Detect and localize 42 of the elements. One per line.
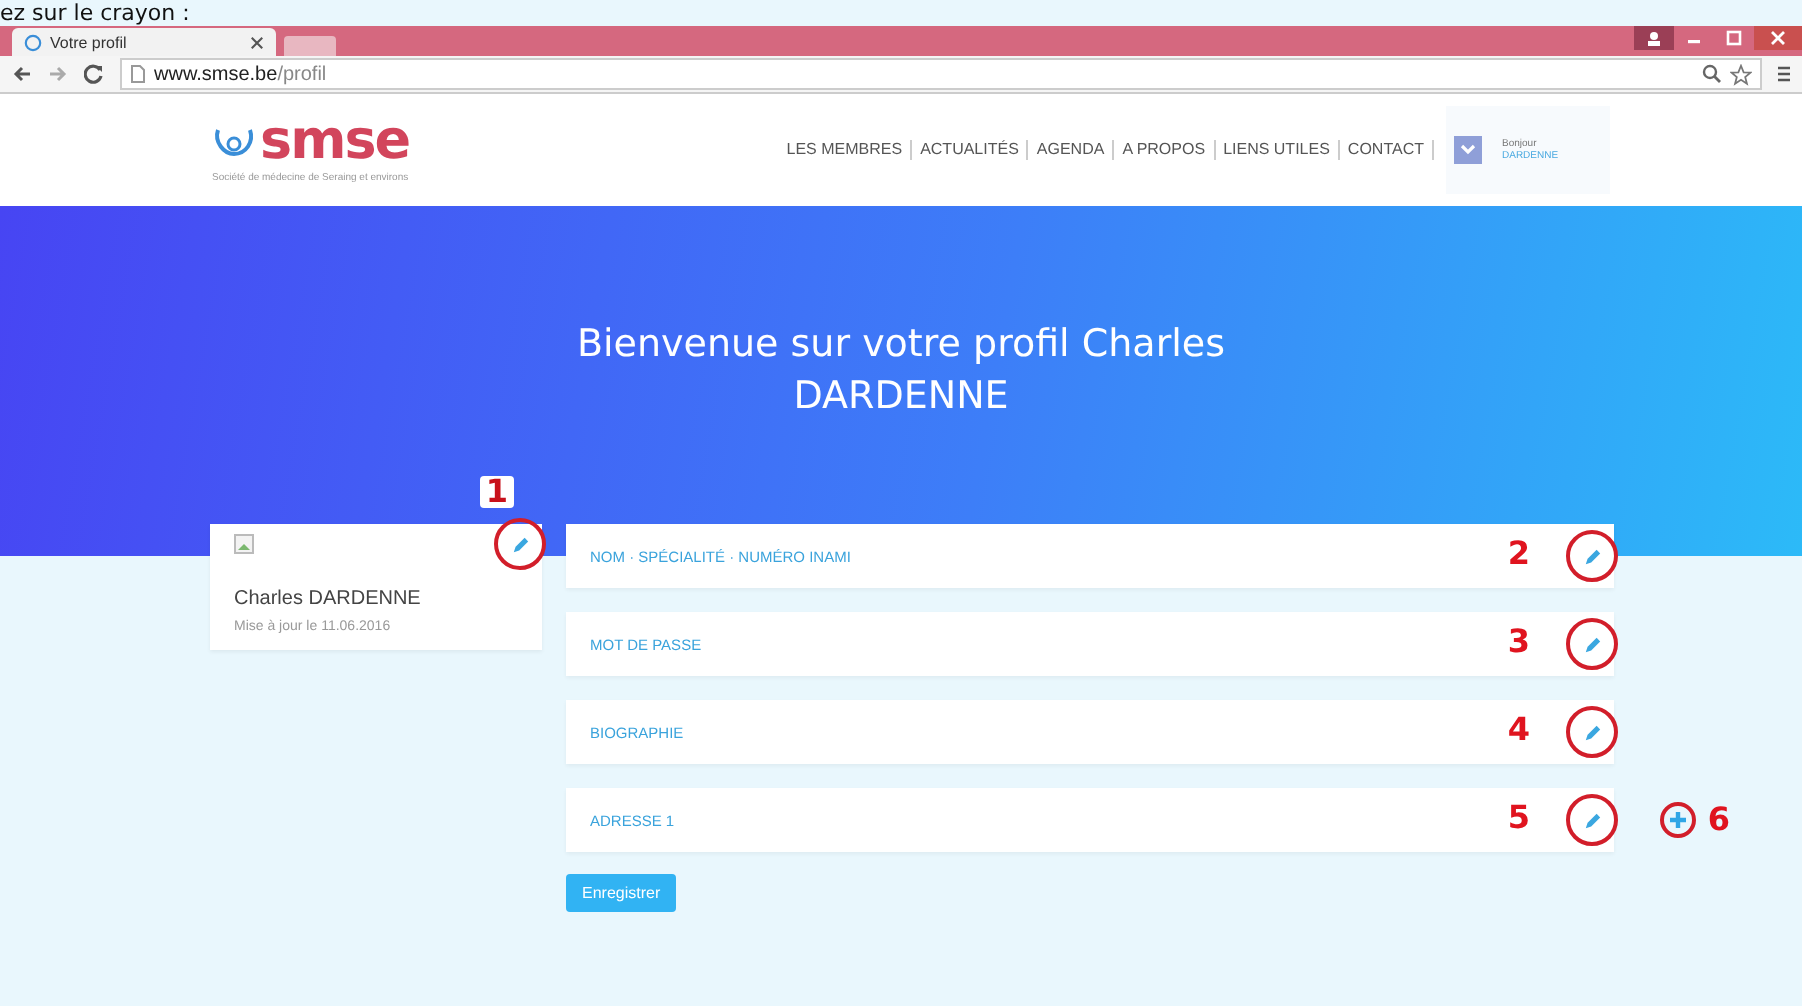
- nav-link[interactable]: A PROPOS: [1114, 140, 1216, 160]
- hero-title: Bienvenue sur votre profil Charles DARDENNE: [574, 320, 1228, 422]
- browser-tab[interactable]: Votre profil: [12, 28, 276, 56]
- reload-icon[interactable]: [84, 64, 104, 84]
- nav-link[interactable]: AGENDA: [1028, 140, 1115, 160]
- edit-button[interactable]: [494, 518, 546, 570]
- menu-icon[interactable]: [1778, 64, 1790, 84]
- pencil-icon: [1583, 723, 1601, 741]
- edit-button[interactable]: [1566, 794, 1618, 846]
- pencil-icon: [1583, 811, 1601, 829]
- address-bar[interactable]: www.smse.be/profil: [120, 58, 1762, 90]
- close-icon[interactable]: [1754, 26, 1802, 50]
- edit-button[interactable]: [1566, 618, 1618, 670]
- nav-link[interactable]: LES MEMBRES: [778, 140, 913, 160]
- nav-link[interactable]: LIENS UTILES: [1215, 140, 1340, 160]
- dropdown-button[interactable]: [1454, 136, 1482, 164]
- broken-image-icon: [234, 534, 254, 554]
- site-logo[interactable]: smse: [260, 116, 410, 168]
- user-icon[interactable]: [1634, 26, 1674, 50]
- nav-link[interactable]: CONTACT: [1339, 140, 1434, 160]
- page-icon: [130, 64, 146, 84]
- annotation-number: 5: [1507, 798, 1530, 836]
- annotation-number: 3: [1507, 622, 1530, 660]
- zoom-icon[interactable]: [1702, 64, 1722, 84]
- pencil-icon: [511, 535, 529, 553]
- add-button[interactable]: [1660, 802, 1696, 838]
- edit-button[interactable]: [1566, 706, 1618, 758]
- annotation-number: 1: [479, 476, 514, 508]
- back-arrow-icon[interactable]: [12, 64, 32, 84]
- caption-text: ez sur le crayon :: [0, 0, 192, 26]
- annotation-number: 4: [1507, 710, 1530, 748]
- chevron-down-icon: [1460, 144, 1476, 156]
- profile-name: Charles DARDENNE: [234, 588, 423, 610]
- annotation-number: 6: [1707, 800, 1730, 838]
- nav-link[interactable]: ACTUALITÉS: [912, 140, 1029, 160]
- annotation-number: 2: [1507, 534, 1530, 572]
- star-icon[interactable]: [1730, 63, 1752, 85]
- pencil-icon: [1583, 547, 1601, 565]
- close-icon[interactable]: [250, 35, 264, 49]
- plus-icon: [1668, 810, 1688, 830]
- edit-button[interactable]: [1566, 530, 1618, 582]
- pencil-icon: [1583, 635, 1601, 653]
